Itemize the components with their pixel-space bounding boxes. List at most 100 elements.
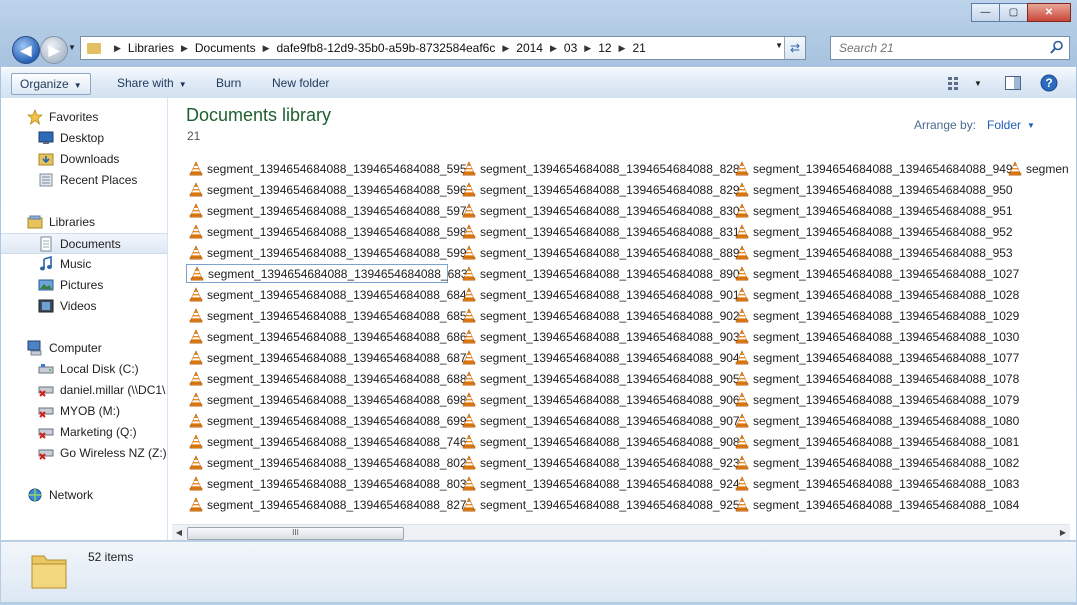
file-item[interactable]: segment_1394654684088_1394654684088_1028 [732, 285, 1019, 304]
sidebar-item-favorites[interactable]: Favorites [27, 106, 167, 127]
sidebar-item-downloads[interactable]: Downloads [38, 148, 167, 169]
sidebar-item-computer[interactable]: Computer [27, 337, 167, 358]
search-icon[interactable] [1049, 39, 1065, 55]
search-box[interactable] [830, 36, 1070, 60]
file-item[interactable]: segment_1394654684088_1394654684088_890 [459, 264, 740, 283]
file-item[interactable]: segment_1394654684088_1394654684088_828 [459, 159, 740, 178]
file-item[interactable]: segment_1394654684088_1394654684088_597 [186, 201, 467, 220]
file-item[interactable]: segment_1394654684088_1394654684088_1083 [732, 474, 1019, 493]
file-item[interactable]: segment_1394654684088_1394654684088_1077 [732, 348, 1019, 367]
file-item[interactable]: segment_1394654684088_1394654684088_830 [459, 201, 740, 220]
file-item[interactable]: segment_1394654684088_1394654684088_953 [732, 243, 1013, 262]
breadcrumb-21[interactable]: 21 [632, 41, 645, 55]
chevron-right-icon[interactable]: ▶ [114, 43, 121, 54]
file-item[interactable]: segment_1394654684088_1394654684088_1030 [732, 327, 1019, 346]
file-item[interactable]: segment_1394654684088_1394654684088_829 [459, 180, 740, 199]
share-with-button[interactable]: Share with ▼ [109, 73, 195, 93]
recent-pages-dropdown[interactable]: ▼ [68, 43, 76, 52]
burn-button[interactable]: Burn [208, 73, 249, 93]
refresh-button[interactable]: ⇄ [784, 37, 805, 59]
file-item[interactable]: segmen [1005, 159, 1069, 178]
file-item[interactable]: segment_1394654684088_1394654684088_685 [186, 306, 467, 325]
breadcrumb-12[interactable]: 12 [598, 41, 611, 55]
breadcrumb-03[interactable]: 03 [564, 41, 577, 55]
sidebar-item-documents[interactable]: Documents [1, 233, 167, 254]
chevron-right-icon[interactable]: ▶ [584, 43, 591, 54]
file-item[interactable]: segment_1394654684088_1394654684088_903 [459, 327, 740, 346]
file-item[interactable]: segment_1394654684088_1394654684088_902 [459, 306, 740, 325]
file-item[interactable]: segment_1394654684088_1394654684088_598 [186, 222, 467, 241]
minimize-button[interactable]: — [971, 3, 1000, 22]
sidebar-item-network-drive-daniel[interactable]: daniel.millar (\\DC1\ [38, 379, 167, 400]
breadcrumb-guid-folder[interactable]: dafe9fb8-12d9-35b0-a59b-8732584eaf6c [277, 41, 496, 55]
sidebar-item-music[interactable]: Music [38, 253, 167, 274]
sidebar-item-videos[interactable]: Videos [38, 295, 167, 316]
file-item[interactable]: segment_1394654684088_1394654684088_907 [459, 411, 740, 430]
breadcrumb-libraries[interactable]: Libraries [128, 41, 174, 55]
chevron-right-icon[interactable]: ▶ [619, 43, 626, 54]
file-item[interactable]: segment_1394654684088_1394654684088_952 [732, 222, 1013, 241]
arrange-by-dropdown[interactable]: Folder [987, 118, 1021, 132]
file-item[interactable]: segment_1394654684088_1394654684088_686 [186, 327, 467, 346]
chevron-right-icon[interactable]: ▶ [181, 43, 188, 54]
chevron-down-icon[interactable]: ▼ [974, 79, 982, 88]
chevron-down-icon[interactable]: ▼ [1027, 121, 1035, 130]
file-item[interactable]: segment_1394654684088_1394654684088_599 [186, 243, 467, 262]
file-item[interactable]: segment_1394654684088_1394654684088_901 [459, 285, 740, 304]
sidebar-item-go-wireless-drive[interactable]: Go Wireless NZ (Z:) [38, 442, 167, 463]
file-item[interactable]: segment_1394654684088_1394654684088_1078 [732, 369, 1019, 388]
file-item[interactable]: segment_1394654684088_1394654684088_906 [459, 390, 740, 409]
breadcrumb-2014[interactable]: 2014 [516, 41, 543, 55]
file-item[interactable]: segment_1394654684088_1394654684088_1027 [732, 264, 1019, 283]
scroll-left-icon[interactable]: ◀ [173, 527, 185, 538]
file-item[interactable]: segment_1394654684088_1394654684088_1029 [732, 306, 1019, 325]
forward-button[interactable]: ▶ [40, 36, 68, 64]
new-folder-button[interactable]: New folder [264, 73, 337, 93]
file-item[interactable]: segment_1394654684088_1394654684088_904 [459, 348, 740, 367]
file-item[interactable]: segment_1394654684088_1394654684088_1082 [732, 453, 1019, 472]
file-item[interactable]: segment_1394654684088_1394654684088_950 [732, 180, 1013, 199]
help-button[interactable]: ? [1040, 73, 1058, 93]
preview-pane-button[interactable] [1004, 73, 1022, 93]
file-item[interactable]: segment_1394654684088_1394654684088_827 [186, 495, 467, 514]
change-view-button[interactable]: ▼ [947, 73, 982, 93]
sidebar-item-marketing-drive[interactable]: Marketing (Q:) [38, 421, 167, 442]
sidebar-item-desktop[interactable]: Desktop [38, 127, 167, 148]
file-item[interactable]: segment_1394654684088_1394654684088_683 [186, 264, 468, 283]
address-bar[interactable]: ▶ Libraries ▶ Documents ▶ dafe9fb8-12d9-… [80, 36, 806, 60]
chevron-right-icon[interactable]: ▶ [550, 43, 557, 54]
file-item[interactable]: segment_1394654684088_1394654684088_687 [186, 348, 467, 367]
file-item[interactable]: segment_1394654684088_1394654684088_595 [186, 159, 467, 178]
scroll-right-icon[interactable]: ▶ [1057, 527, 1069, 538]
file-item[interactable]: segment_1394654684088_1394654684088_802 [186, 453, 467, 472]
sidebar-item-network[interactable]: Network [27, 484, 167, 505]
search-input[interactable] [837, 38, 1041, 58]
maximize-button[interactable]: ▢ [999, 3, 1028, 22]
back-button[interactable]: ◀ [12, 36, 40, 64]
address-dropdown-icon[interactable]: ▼ [775, 41, 783, 50]
scrollbar-thumb[interactable]: III [187, 527, 404, 540]
sidebar-item-myob-drive[interactable]: MYOB (M:) [38, 400, 167, 421]
file-item[interactable]: segment_1394654684088_1394654684088_596 [186, 180, 467, 199]
file-item[interactable]: segment_1394654684088_1394654684088_908 [459, 432, 740, 451]
file-item[interactable]: segment_1394654684088_1394654684088_905 [459, 369, 740, 388]
file-item[interactable]: segment_1394654684088_1394654684088_698 [186, 390, 467, 409]
file-item[interactable]: segment_1394654684088_1394654684088_1081 [732, 432, 1019, 451]
file-item[interactable]: segment_1394654684088_1394654684088_803 [186, 474, 467, 493]
file-item[interactable]: segment_1394654684088_1394654684088_924 [459, 474, 740, 493]
file-item[interactable]: segment_1394654684088_1394654684088_1080 [732, 411, 1019, 430]
sidebar-item-libraries[interactable]: Libraries [27, 211, 167, 232]
file-item[interactable]: segment_1394654684088_1394654684088_1084 [732, 495, 1019, 514]
file-item[interactable]: segment_1394654684088_1394654684088_889 [459, 243, 740, 262]
file-item[interactable]: segment_1394654684088_1394654684088_923 [459, 453, 740, 472]
sidebar-item-recent-places[interactable]: Recent Places [38, 169, 167, 190]
file-item[interactable]: segment_1394654684088_1394654684088_925 [459, 495, 740, 514]
chevron-right-icon[interactable]: ▶ [263, 43, 270, 54]
organize-button[interactable]: Organize ▼ [11, 73, 91, 95]
close-button[interactable]: ✕ [1027, 3, 1071, 22]
sidebar-item-pictures[interactable]: Pictures [38, 274, 167, 295]
breadcrumb-documents[interactable]: Documents [195, 41, 256, 55]
sidebar-item-local-disk[interactable]: Local Disk (C:) [38, 358, 167, 379]
file-item[interactable]: segment_1394654684088_1394654684088_831 [459, 222, 740, 241]
file-item[interactable]: segment_1394654684088_1394654684088_699 [186, 411, 467, 430]
